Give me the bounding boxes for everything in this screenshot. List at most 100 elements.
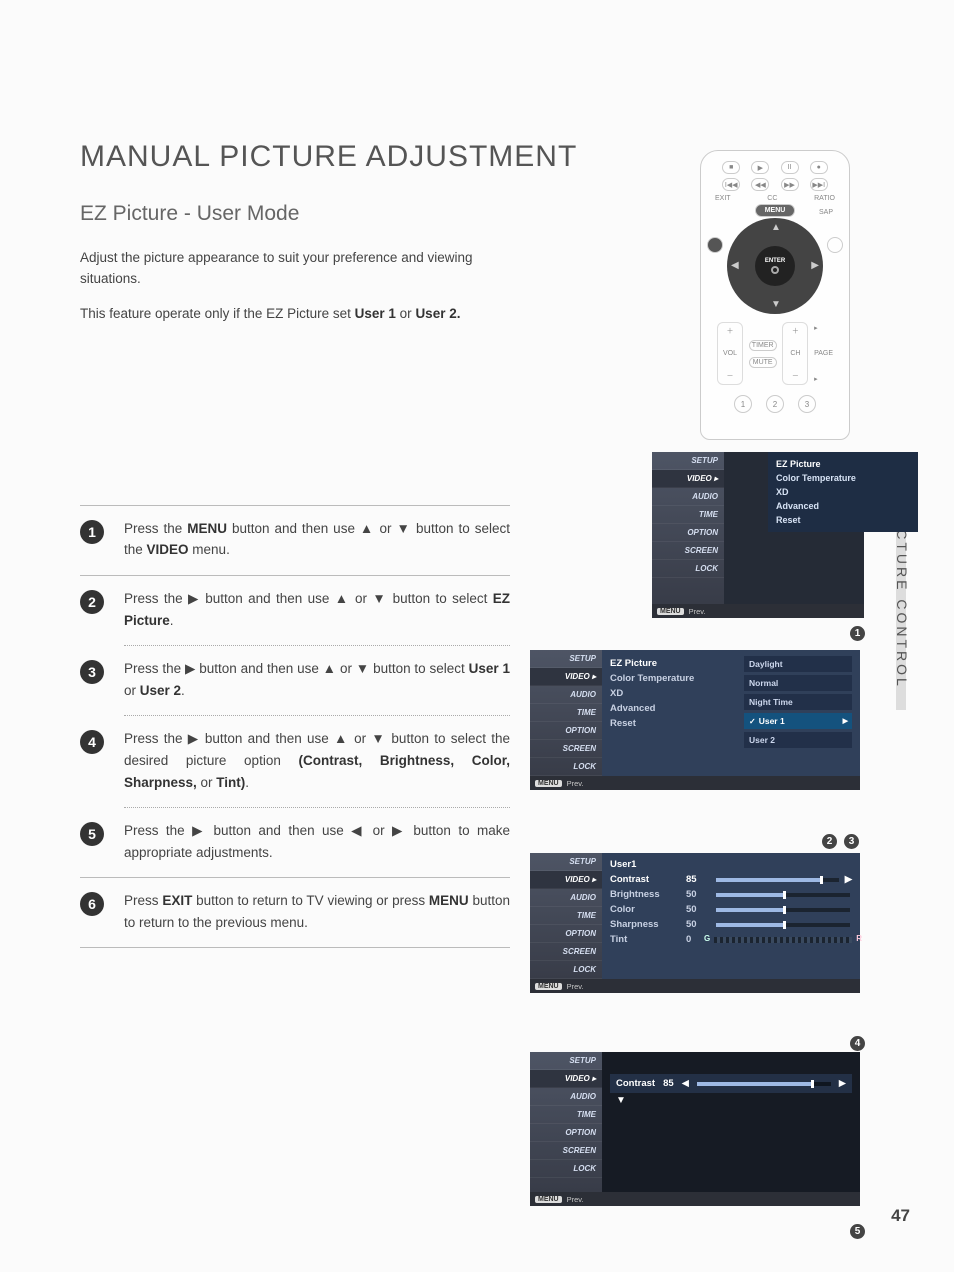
remote-skip-back-icon: I◀◀ [722,178,740,191]
osd3-header: User1 [610,859,852,872]
intro-text-2: This feature operate only if the EZ Pict… [80,304,510,325]
osd-sidebar-item: TIME [530,1106,602,1124]
osd-sidebar-item: AUDIO [652,488,724,506]
osd-slider-row: Brightness50 [610,887,852,902]
remote-skip-fwd-icon: ▶▶I [810,178,828,191]
osd-menu-item: EZ Picture [610,656,734,671]
arrow-up-icon: ▲ [771,222,781,233]
osd-sidebar-item: SETUP [530,853,602,871]
remote-exit-button [707,237,723,253]
osd-sidebar-item: LOCK [530,758,602,776]
osd-sidebar-item: LOCK [530,961,602,979]
remote-dpad: ▲ ▼ ◀ ▶ ENTER [727,218,823,314]
remote-sap-button [827,237,843,253]
osd-menu-item: Reset [610,716,734,731]
osd-option: Normal [744,675,852,691]
osd-sidebar-item: AUDIO [530,1088,602,1106]
remote-stop-icon: ■ [722,161,740,174]
remote-num-2: 2 [766,395,784,413]
chevron-down-icon: ▼ [610,1093,852,1106]
step-3: 3 Press the ▶ button and then use ▲ or ▼… [80,646,510,715]
arrow-right-icon: ▶ [845,874,852,885]
arrow-right-icon: ▶ [839,1078,846,1089]
osd-sidebar-item: TIME [530,907,602,925]
arrow-left-icon: ◀ [682,1078,689,1089]
osd-slider-row: Sharpness50 [610,917,852,932]
osd-sidebar-item: TIME [652,506,724,524]
osd-sidebar-item: TIME [530,704,602,722]
osd-sidebar-item: SCREEN [652,542,724,560]
remote-num-3: 3 [798,395,816,413]
remote-num-1: 1 [734,395,752,413]
step-number: 6 [80,892,104,916]
step-2: 2 Press the ▶ button and then use ▲ or ▼… [80,576,510,645]
page-number: 47 [891,1206,910,1226]
remote-exit-label: EXIT [715,195,731,202]
enter-dot-icon [771,266,779,274]
osd-sidebar-item: VIDEO ▸ [652,470,724,488]
osd-screenshot-4: SETUPVIDEO ▸AUDIOTIMEOPTIONSCREENLOCK Co… [530,1052,860,1206]
intro-text-1: Adjust the picture appearance to suit yo… [80,248,510,290]
remote-menu-button: MENU [755,204,795,217]
callout-1: 1 [850,626,865,641]
remote-cc-label: CC [767,195,777,202]
steps-list: 1 Press the MENU button and then use ▲ o… [80,505,510,949]
osd-sidebar-item: SETUP [652,452,724,470]
osd-sidebar-item: SETUP [530,1052,602,1070]
osd-sidebar-item: OPTION [530,925,602,943]
osd-slider-row: Color50 [610,902,852,917]
step-6: 6 Press EXIT button to return to TV view… [80,878,510,947]
osd-screenshot-3: SETUPVIDEO ▸AUDIOTIMEOPTIONSCREENLOCK Us… [530,853,860,993]
osd-sidebar-item: LOCK [652,560,724,578]
osd-sidebar-item: VIDEO ▸ [530,668,602,686]
arrow-right-icon: ▶ [811,260,819,271]
step-number: 5 [80,822,104,846]
remote-fastfwd-icon: ▶▶ [781,178,799,191]
osd-sidebar-item: AUDIO [530,686,602,704]
remote-mute-button: MUTE [749,357,777,368]
remote-play-icon: ▶ [751,161,769,174]
callout-3: 3 [844,834,859,849]
osd-menu-item: XD [610,686,734,701]
osd-option: ✓User 1 [744,713,852,729]
osd-sidebar-item: AUDIO [530,889,602,907]
osd-sidebar-item: SCREEN [530,1142,602,1160]
osd-screenshot-2: SETUPVIDEO ▸AUDIOTIMEOPTIONSCREENLOCK EZ… [530,650,860,790]
osd-menu-item: Color Temperature [610,671,734,686]
step-number: 4 [80,730,104,754]
osd4-contrast-strip: Contrast 85 ◀ ▶ [610,1074,852,1093]
osd-sidebar-item: OPTION [530,1124,602,1142]
remote-enter-button: ENTER [755,246,795,286]
remote-page-label: PAGE [814,350,833,357]
osd-sidebar-item: OPTION [652,524,724,542]
osd-option: User 2 [744,732,852,748]
osd-slider-row: Contrast85▶ [610,872,852,887]
remote-timer-button: TIMER [749,340,777,351]
section-tab: PICTURE CONTROL [894,510,910,689]
osd-menu-item: Advanced [610,701,734,716]
remote-ratio-label: RATIO [814,195,835,202]
step-1: 1 Press the MENU button and then use ▲ o… [80,506,510,575]
remote-pause-icon: II [781,161,799,174]
check-icon: ✓ [749,717,756,726]
osd-slider-row: Tint0 [610,932,852,947]
step-number: 2 [80,590,104,614]
osd1-dropdown: EZ Picture Color Temperature XD Advanced… [768,452,918,532]
osd-option: Daylight [744,656,852,672]
remote-ch-rocker: ＋CH－ [782,322,808,385]
step-number: 1 [80,520,104,544]
remote-rewind-icon: ◀◀ [751,178,769,191]
callout-5: 5 [850,1224,865,1239]
step-4: 4 Press the ▶ button and then use ▲ or ▼… [80,716,510,807]
osd-sidebar-item: SETUP [530,650,602,668]
osd-sidebar-item: VIDEO ▸ [530,1070,602,1088]
remote-record-icon: ● [810,161,828,174]
osd-sidebar-item: VIDEO ▸ [530,871,602,889]
osd-sidebar-item: LOCK [530,1160,602,1178]
osd-sidebar-item: SCREEN [530,740,602,758]
osd-screenshot-1: SETUPVIDEO ▸AUDIOTIMEOPTIONSCREENLOCK EZ… [652,452,864,618]
remote-vol-rocker: ＋VOL－ [717,322,743,385]
remote-illustration: ■ ▶ II ● I◀◀ ◀◀ ▶▶ ▶▶I EXIT CC RATIO MEN… [700,150,850,440]
arrow-down-icon: ▼ [771,299,781,310]
osd-sidebar-item: OPTION [530,722,602,740]
